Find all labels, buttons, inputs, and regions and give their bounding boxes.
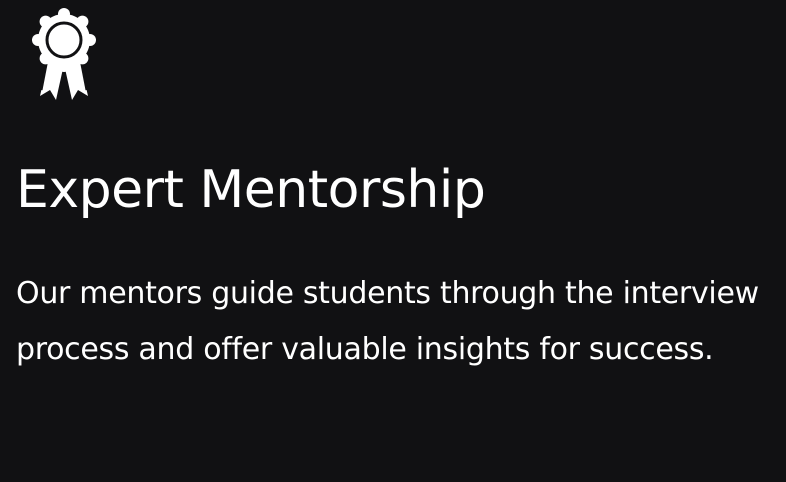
feature-description: Our mentors guide students through the i… xyxy=(16,276,759,367)
feature-card: Expert Mentorship Our mentors guide stud… xyxy=(0,0,786,482)
feature-title: Expert Mentorship xyxy=(16,160,486,220)
award-ribbon-icon xyxy=(28,6,100,104)
